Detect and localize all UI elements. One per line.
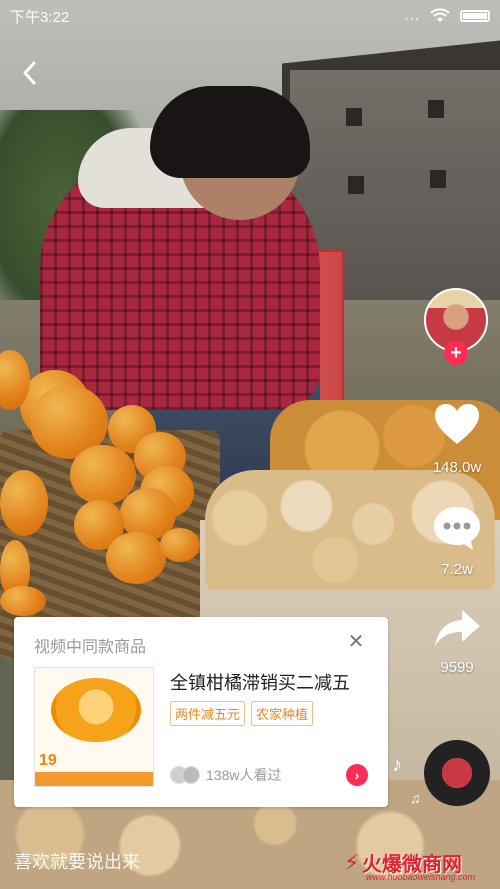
- viewer-count: 138w人看过: [206, 767, 282, 783]
- watermark-flame-icon: ⚡: [344, 850, 360, 875]
- music-disc[interactable]: [424, 740, 490, 806]
- orange-image: [51, 678, 141, 742]
- status-time: 下午3:22: [10, 9, 70, 26]
- watermark-url: www.huobaoweishang.com: [366, 872, 476, 882]
- share-button[interactable]: 9599: [422, 606, 492, 676]
- music-note-icon: ♫: [410, 790, 421, 806]
- close-icon[interactable]: ✕: [344, 629, 368, 654]
- comment-button[interactable]: 7.2w: [422, 504, 492, 578]
- watermark-logo: ⚡ 火爆微商网 www.huobaoweishang.com: [344, 848, 494, 886]
- share-arrow-icon: [435, 610, 480, 646]
- product-card[interactable]: 视频中同款商品 ✕ 19 全镇柑橘滞销买二减五 两件减五元 农家种植 138w人…: [14, 617, 388, 807]
- status-icons: ...: [404, 7, 490, 24]
- product-tags: 两件减五元 农家种植: [170, 701, 314, 726]
- battery-icon: [460, 9, 490, 22]
- heart-icon: [435, 404, 479, 444]
- signal-icon: ...: [404, 7, 420, 24]
- wifi-icon: [430, 7, 450, 22]
- product-tag: 两件减五元: [170, 701, 246, 726]
- comment-count: 7.2w: [441, 561, 473, 578]
- like-count: 148.0w: [432, 459, 482, 476]
- viewer-avatar: [182, 766, 200, 784]
- chevron-left-icon: [23, 61, 36, 85]
- follow-button[interactable]: +: [444, 341, 468, 365]
- share-count: 9599: [440, 659, 474, 676]
- arrow-right-icon[interactable]: ›: [346, 764, 368, 786]
- comment-bubble-icon: [434, 507, 480, 550]
- comment-input[interactable]: 喜欢就要说出来: [14, 848, 140, 874]
- product-thumbnail[interactable]: 19: [34, 667, 154, 787]
- viewer-info: 138w人看过: [170, 765, 281, 785]
- music-note-icon: ♪: [392, 754, 402, 776]
- thumbnail-price: 19: [39, 752, 57, 769]
- product-tag: 农家种植: [251, 701, 314, 726]
- product-title: 全镇柑橘滞销买二减五: [170, 673, 350, 693]
- back-button[interactable]: [18, 58, 48, 88]
- thumbnail-strip: [35, 772, 153, 786]
- like-button[interactable]: 148.0w: [422, 400, 492, 476]
- status-bar: 下午3:22 ...: [0, 0, 500, 30]
- product-card-header: 视频中同款商品: [34, 639, 147, 656]
